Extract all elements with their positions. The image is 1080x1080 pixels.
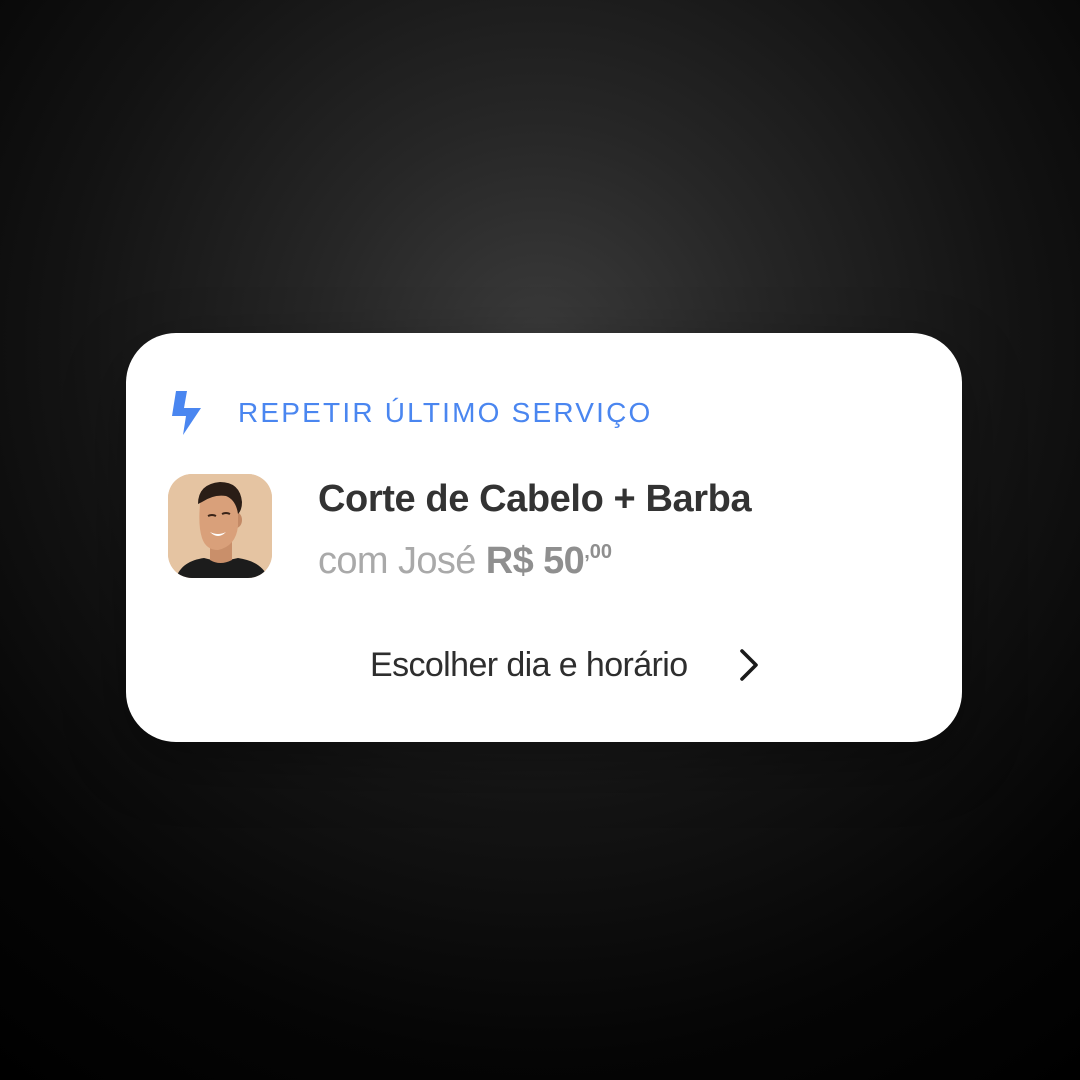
- service-price-cents: ,00: [584, 541, 613, 563]
- service-details: com José R$ 50,00: [318, 530, 751, 583]
- page-background: { "card": { "header_label": "REPETIR ÚLT…: [0, 0, 1080, 1080]
- choose-date-time-label: Escolher dia e horário: [370, 645, 688, 684]
- service-price: R$ 50: [485, 540, 585, 582]
- repeat-service-card[interactable]: REPETIR ÚLTIMO SERVIÇO Corte de Cabelo +…: [126, 333, 962, 742]
- barber-photo: [168, 474, 272, 578]
- service-title: Corte de Cabelo + Barba: [318, 478, 752, 520]
- card-header-label: REPETIR ÚLTIMO SERVIÇO: [238, 397, 653, 428]
- service-info: Corte de Cabelo + Barba com José R$ 50,0…: [318, 476, 752, 583]
- lightning-bolt-icon: [172, 391, 201, 435]
- barber-name: com José: [318, 540, 476, 582]
- chevron-right-icon[interactable]: [736, 647, 762, 683]
- card-header: REPETIR ÚLTIMO SERVIÇO: [170, 391, 653, 435]
- barber-avatar: [168, 474, 272, 578]
- choose-date-time-button[interactable]: Escolher dia e horário: [370, 641, 762, 689]
